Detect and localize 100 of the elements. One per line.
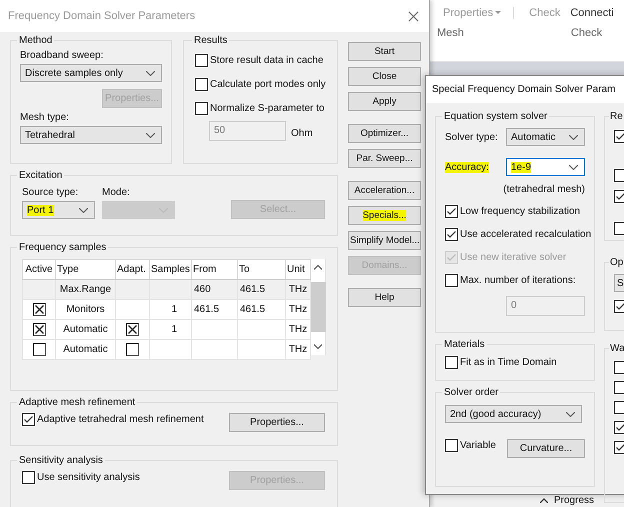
checkbox-icon	[445, 251, 458, 264]
close-icon[interactable]	[408, 10, 419, 22]
field-label: Accuracy:	[445, 162, 489, 172]
checkbox[interactable]: Variable	[445, 439, 496, 452]
group-title: Solver order	[443, 387, 500, 398]
checkbox-icon	[22, 413, 35, 426]
group-title: Excitation	[18, 170, 64, 181]
table-cell: THz	[288, 284, 308, 295]
dropdown-value: Port 1	[27, 204, 54, 216]
dialog-button[interactable]: Specials...	[348, 206, 421, 225]
dropdown[interactable]: Automatic	[506, 128, 585, 146]
table-cell: 1	[171, 304, 177, 315]
table-cell: 1	[171, 324, 177, 335]
table-cell: Automatic	[63, 324, 108, 335]
ribbon-group-label: Check	[570, 27, 602, 39]
group-title: Re	[609, 111, 624, 122]
group-title: Materials	[443, 339, 486, 350]
group-title: Method	[18, 35, 54, 46]
unit-label: Ohm	[291, 128, 313, 139]
checkbox-icon	[445, 274, 458, 287]
dialog-button[interactable]: Apply	[348, 92, 421, 111]
table-cell: Monitors	[66, 304, 105, 315]
checkbox[interactable]	[614, 401, 624, 414]
checkbox-icon	[445, 205, 458, 218]
checkbox[interactable]: Calculate port modes only	[195, 78, 326, 91]
dialog-button[interactable]: Simplify Model...	[348, 231, 421, 250]
caret-icon	[569, 134, 578, 140]
dropdown[interactable]: Discrete samples only	[20, 64, 162, 82]
checkbox[interactable]	[614, 130, 624, 143]
checkbox[interactable]: Use sensitivity analysis	[22, 471, 140, 484]
table-cell: 460	[194, 284, 211, 295]
ribbon-group-label: Mesh	[437, 27, 464, 39]
field-label: Solver type:	[445, 132, 498, 142]
field-label: Mesh type:	[20, 112, 70, 123]
field-label: Broadband sweep:	[20, 50, 104, 61]
dropdown[interactable]: S	[614, 274, 624, 292]
checkbox-icon	[445, 439, 458, 452]
group-title: Equation system solver	[443, 111, 548, 122]
dialog-button[interactable]: Par. Sweep...	[348, 149, 421, 168]
curvature-button[interactable]: Curvature...	[507, 439, 585, 458]
checkbox[interactable]: Use accelerated recalculation	[445, 228, 592, 241]
checkbox[interactable]	[32, 323, 46, 336]
dialog-button[interactable]: Optimizer...	[348, 124, 421, 143]
caret-icon	[566, 412, 575, 416]
checkbox[interactable]	[614, 169, 624, 182]
dropdown[interactable]: Port 1	[22, 201, 95, 219]
checkbox[interactable]	[614, 441, 624, 454]
group-title: Op	[609, 257, 624, 268]
checkbox[interactable]: Fit as in Time Domain	[445, 356, 585, 369]
column-header: Active	[22, 260, 56, 280]
checkbox-icon	[445, 228, 458, 241]
checkbox[interactable]: Adaptive tetrahedral mesh refinement	[22, 413, 204, 426]
dialog-button[interactable]: Close	[348, 67, 421, 86]
checkbox[interactable]: Store result data in cache	[195, 54, 324, 67]
checkbox[interactable]	[614, 190, 624, 203]
checkbox[interactable]	[126, 343, 139, 356]
checkbox[interactable]: Max. number of iterations:	[445, 274, 576, 287]
scrollbar[interactable]	[311, 259, 326, 355]
caret-icon	[146, 132, 155, 138]
caret-icon[interactable]	[540, 498, 548, 503]
field-label: Mode:	[102, 187, 131, 198]
dialog-button[interactable]: Help	[348, 288, 421, 307]
checkbox[interactable]	[614, 361, 624, 374]
dialog-button[interactable]: Start	[348, 42, 421, 61]
scrollbar-thumb[interactable]	[310, 282, 326, 332]
table-cell: 461.5	[194, 304, 220, 315]
checkbox[interactable]	[614, 222, 624, 235]
checkbox-icon	[445, 356, 458, 369]
ribbon-item[interactable]: Connecti	[570, 7, 614, 19]
caret-icon	[79, 208, 88, 212]
window-title: Special Frequency Domain Solver Param	[432, 84, 616, 95]
table-cell: THz	[288, 324, 308, 335]
checkbox[interactable]	[126, 323, 139, 336]
field-label: Source type:	[22, 187, 80, 198]
checkbox-icon	[195, 54, 208, 67]
group-title: Sensitivity analysis	[18, 455, 104, 466]
window-title: Frequency Domain Solver Parameters	[8, 10, 196, 22]
caret-icon	[146, 70, 155, 76]
checkbox[interactable]	[614, 421, 624, 434]
checkbox[interactable]	[32, 303, 46, 316]
table-cell: 461.5	[240, 304, 266, 315]
checkbox[interactable]: Low frequency stabilization	[445, 205, 580, 218]
accuracy-combobox[interactable]: 1e-9	[506, 158, 585, 176]
dropdown[interactable]: Tetrahedral	[20, 126, 162, 144]
dropdown[interactable]: 2nd (good accuracy)	[445, 405, 582, 423]
checkbox[interactable]	[614, 300, 624, 313]
table-cell: Automatic	[63, 344, 108, 355]
table-cell: 461.5	[240, 284, 266, 295]
checkbox[interactable]: Normalize S-parameter to	[195, 102, 324, 115]
scroll-up-icon[interactable]	[314, 265, 322, 270]
checkbox[interactable]	[614, 381, 624, 394]
group-title: Frequency samples	[18, 242, 108, 253]
caret-icon	[569, 164, 578, 170]
table-cell: THz	[288, 344, 308, 355]
scroll-down-icon[interactable]	[314, 344, 322, 349]
dialog-button[interactable]: Acceleration...	[348, 181, 421, 200]
checkbox[interactable]	[32, 343, 46, 356]
properties-button[interactable]: Properties...	[229, 413, 325, 432]
group-title: Results	[193, 35, 228, 46]
status-label: Progress	[554, 495, 594, 506]
